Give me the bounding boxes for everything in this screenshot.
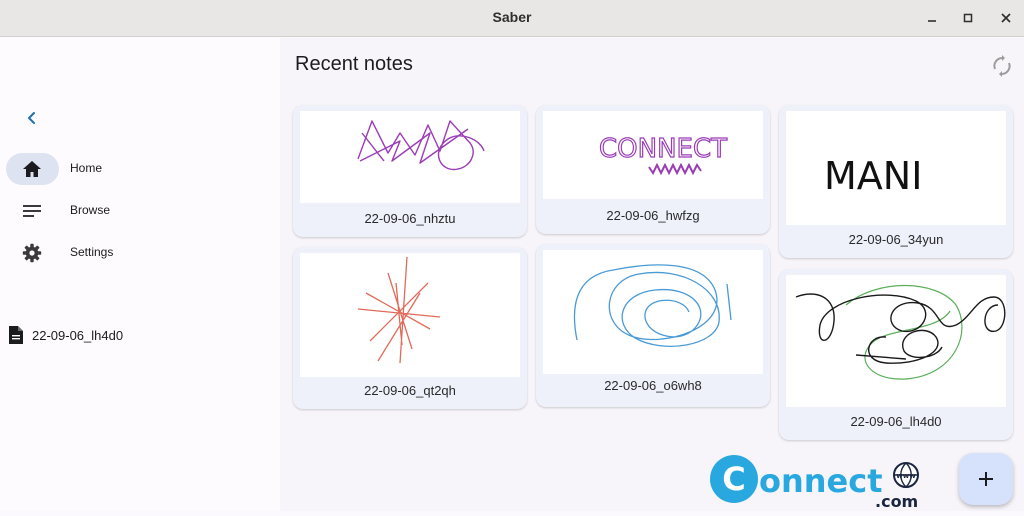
- sync-icon: [993, 55, 1011, 77]
- note-card-o6wh8[interactable]: 22-09-06_o6wh8: [536, 244, 770, 407]
- svg-text:www: www: [896, 472, 916, 480]
- note-card-hwfzg[interactable]: CONNECT 22-09-06_hwfzg: [536, 105, 770, 234]
- nav-item-settings[interactable]: Settings: [6, 237, 266, 269]
- main-content: Recent notes 22-09-06_nhztu CONNECT 22-0…: [280, 38, 1024, 511]
- sync-button[interactable]: [990, 54, 1014, 78]
- note-name: 22-09-06_o6wh8: [604, 378, 702, 393]
- maximize-button[interactable]: [956, 6, 980, 30]
- nav-item-browse[interactable]: Browse: [6, 195, 266, 227]
- note-preview: MANI: [786, 111, 1006, 225]
- note-preview: [300, 111, 520, 203]
- note-preview: [543, 250, 763, 374]
- gear-icon: [20, 242, 44, 264]
- close-button[interactable]: [994, 6, 1018, 30]
- note-preview: [300, 253, 520, 377]
- note-card-qt2qh[interactable]: 22-09-06_qt2qh: [293, 247, 527, 409]
- watermark-logo: C onnect www .com: [707, 454, 925, 511]
- drawing-scribble: [357, 120, 485, 171]
- home-icon: [20, 158, 44, 180]
- sketch-text: MANI: [824, 154, 922, 198]
- note-name: 22-09-06_lh4d0: [850, 414, 942, 429]
- svg-text:.com: .com: [875, 492, 918, 511]
- browse-icon: [20, 200, 44, 222]
- note-name: 22-09-06_qt2qh: [364, 383, 456, 398]
- window-title: Saber: [492, 9, 532, 25]
- note-card-34yun[interactable]: MANI 22-09-06_34yun: [779, 105, 1013, 258]
- nav-label-settings: Settings: [70, 245, 114, 259]
- maximize-icon: [963, 13, 973, 23]
- drawing-scribble: [795, 284, 1006, 380]
- svg-text:C: C: [722, 460, 745, 498]
- sidebar-recent-file[interactable]: 22-09-06_lh4d0: [8, 323, 123, 347]
- sketch-text: CONNECT: [599, 134, 727, 164]
- drawing-handwriting: CONNECT: [598, 133, 728, 176]
- chevron-left-icon: [28, 112, 35, 124]
- minimize-icon: [928, 20, 936, 22]
- note-name: 22-09-06_nhztu: [364, 211, 456, 226]
- drawing-handwriting: MANI: [824, 154, 922, 198]
- close-icon: [1001, 13, 1011, 23]
- note-card-lh4d0[interactable]: 22-09-06_lh4d0: [779, 269, 1013, 440]
- drawing-scribble: [573, 264, 732, 347]
- nav-label-home: Home: [70, 161, 103, 175]
- svg-text:onnect: onnect: [759, 462, 883, 500]
- drawing-star: [357, 256, 441, 364]
- note-card-nhztu[interactable]: 22-09-06_nhztu: [293, 105, 527, 237]
- collapse-sidebar-button[interactable]: [18, 104, 46, 132]
- page-title: Recent notes: [295, 53, 413, 75]
- note-name: 22-09-06_hwfzg: [606, 208, 700, 223]
- nav-item-home[interactable]: Home: [6, 153, 266, 185]
- minimize-button[interactable]: [920, 6, 944, 30]
- plus-icon: [979, 472, 993, 486]
- sidebar-recent-file-label: 22-09-06_lh4d0: [32, 327, 124, 343]
- sidebar: Home Browse Settings 22-09-06_lh4d0: [0, 38, 280, 511]
- note-preview: [786, 275, 1006, 407]
- file-icon: [9, 326, 23, 344]
- note-preview: CONNECT: [543, 111, 763, 199]
- new-note-button[interactable]: [959, 453, 1013, 505]
- title-bar: Saber: [0, 0, 1024, 37]
- nav-label-browse: Browse: [70, 203, 111, 217]
- note-name: 22-09-06_34yun: [848, 232, 944, 247]
